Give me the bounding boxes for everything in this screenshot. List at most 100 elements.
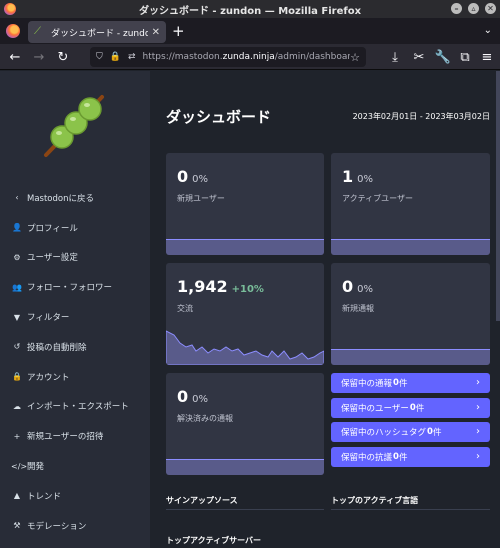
user-icon: 👤 (12, 223, 22, 233)
permissions-icon[interactable]: ⇄ (128, 52, 136, 62)
card-value: 1 (342, 167, 354, 186)
gavel-icon: ⚒ (13, 521, 21, 531)
sidebar-item-trends[interactable]: ▲ トレンド (0, 481, 150, 511)
sidebar-item-moderation[interactable]: ⚒ モデレーション (0, 511, 150, 541)
code-icon: </> (11, 461, 28, 471)
sidebar-item-label: インポート・エクスポート (27, 402, 129, 413)
pending-users-button[interactable]: 保留中のユーザー 0件 › (331, 398, 490, 418)
sidebar-item-label: アカウント (27, 372, 70, 383)
reload-icon[interactable]: ↻ (54, 48, 72, 66)
chevron-right-icon: › (476, 426, 480, 437)
chevron-right-icon: › (476, 451, 480, 462)
users-icon: 👥 (12, 282, 22, 292)
sidebar-item-preferences[interactable]: ⚙ ユーザー設定 (0, 243, 150, 273)
menu-icon[interactable]: ≡ (478, 48, 496, 66)
window-title: ダッシュボード - zundon — Mozilla Firefox (138, 5, 362, 17)
maximize-icon[interactable]: ▵ (468, 3, 479, 14)
card-percent: 0% (192, 394, 209, 405)
pending-hashtags-button[interactable]: 保留中のハッシュタグ 0件 › (331, 422, 490, 442)
zundon-favicon-icon: ⟋ (34, 26, 41, 37)
section-top-servers: トップアクティブサーバー (166, 536, 262, 545)
section-top-languages: トップのアクティブ言語 (331, 496, 419, 505)
card-percent: 0% (357, 174, 374, 185)
lock-icon[interactable]: 🔒 (110, 52, 121, 62)
zundon-logo (44, 95, 104, 157)
filter-icon: ▼ (13, 312, 21, 322)
page-scrollbar[interactable] (496, 71, 500, 321)
sidebar-item-back-to-mastodon[interactable]: ‹ Mastodonに戻る (0, 183, 150, 213)
gear-icon: ⚙ (13, 252, 21, 262)
sidebar-menu: ‹ Mastodonに戻る 👤 プロフィール ⚙ ユーザー設定 👥 フォロー・フォロワー ▼ フィ… (0, 183, 150, 541)
tab-dashboard[interactable]: ⟋ ダッシュボード - zundon ✕ (28, 21, 166, 43)
firefox-icon (4, 3, 16, 15)
pending-reports-button[interactable]: 保留中の通報 0件 › (331, 373, 490, 393)
admin-sidebar: ‹ Mastodonに戻る 👤 プロフィール ⚙ ユーザー設定 👥 フォロー・フォロワー ▼ フィ… (0, 71, 150, 548)
sidebar-item-auto-delete[interactable]: ↺ 投稿の自動削除 (0, 332, 150, 362)
card-label: アクティブユーザー (342, 194, 413, 203)
sidebar-item-label: フォロー・フォロワー (27, 283, 113, 294)
tab-list-chevron-icon[interactable]: ⌄ (484, 25, 492, 36)
screenshot-icon[interactable]: ✂ (410, 48, 428, 66)
divider (166, 509, 324, 510)
history-icon: ↺ (13, 342, 21, 352)
back-icon[interactable]: ← (6, 48, 24, 66)
card-percent: 0% (357, 284, 374, 295)
url-text[interactable]: https://mastodon.zunda.ninja/admin/dashb… (143, 52, 351, 62)
chevron-right-icon: › (476, 402, 480, 413)
navigation-toolbar: ← → ↻ ⛉ 🔒 ⇄ https://mastodon.zunda.ninja… (0, 44, 500, 70)
window-titlebar: ダッシュボード - zundon — Mozilla Firefox – ▵ ✕ (0, 0, 500, 18)
card-label: 交流 (177, 304, 193, 313)
minimize-icon[interactable]: – (451, 3, 462, 14)
sidebar-item-import-export[interactable]: ☁ インポート・エクスポート (0, 392, 150, 422)
sidebar-item-account[interactable]: 🔒 アカウント (0, 362, 150, 392)
divider (331, 509, 490, 510)
card-value: 0 (342, 277, 354, 296)
user-plus-icon: + (13, 431, 21, 441)
sidebar-item-filters[interactable]: ▼ フィルター (0, 302, 150, 332)
sidebar-item-label: フィルター (27, 313, 70, 324)
shield-icon[interactable]: ⛉ (96, 52, 103, 62)
sidebar-item-label: モデレーション (27, 521, 87, 532)
chevron-right-icon: › (476, 377, 480, 388)
window-controls: – ▵ ✕ (451, 3, 496, 14)
date-range: 2023年02月01日 - 2023年03月02日 (352, 112, 490, 121)
sidebar-item-label: プロフィール (27, 223, 78, 234)
card-value: 1,942 (177, 277, 228, 296)
trend-icon: ▲ (13, 491, 21, 501)
sidebar-item-label: 新規ユーザーの招待 (27, 432, 104, 443)
forward-icon[interactable]: → (30, 48, 48, 66)
close-window-icon[interactable]: ✕ (485, 3, 496, 14)
extensions-icon[interactable]: ⧉ (456, 48, 474, 66)
page-title: ダッシュボード (166, 108, 272, 126)
card-label: 新規ユーザー (177, 194, 225, 203)
card-sparkline (331, 349, 490, 365)
star-icon[interactable]: ☆ (350, 51, 360, 64)
sidebar-item-development[interactable]: </> 開発 (0, 451, 150, 481)
wrench-icon[interactable]: 🔧 (434, 48, 452, 66)
url-bar[interactable]: ⛉ 🔒 ⇄ https://mastodon.zunda.ninja/admin… (90, 47, 366, 67)
sidebar-item-invites[interactable]: + 新規ユーザーの招待 (0, 421, 150, 451)
card-value: 0 (177, 387, 189, 406)
sidebar-item-label: 開発 (27, 462, 45, 473)
tab-close-icon[interactable]: ✕ (152, 27, 160, 38)
new-tab-button[interactable]: + (172, 23, 185, 39)
card-label: 解決済みの通報 (177, 414, 233, 423)
card-interactions[interactable]: 1,942 +10% 交流 (166, 263, 324, 365)
sidebar-item-profile[interactable]: 👤 プロフィール (0, 213, 150, 243)
download-icon[interactable]: ⤓ (386, 48, 404, 66)
firefox-view-icon[interactable] (6, 24, 20, 38)
section-signup-sources: サインアップソース (166, 496, 238, 505)
tab-strip: ⟋ ダッシュボード - zundon ✕ + ⌄ (0, 18, 500, 44)
card-new-reports[interactable]: 0 0% 新規通報 (331, 263, 490, 365)
pending-appeals-button[interactable]: 保留中の抗議 0件 › (331, 447, 490, 467)
card-sparkline (166, 459, 324, 475)
sidebar-item-follows[interactable]: 👥 フォロー・フォロワー (0, 272, 150, 302)
card-percent: 0% (192, 174, 209, 185)
sidebar-item-label: Mastodonに戻る (27, 193, 94, 204)
cloud-icon: ☁ (13, 401, 21, 411)
card-resolved-reports[interactable]: 0 0% 解決済みの通報 (166, 373, 324, 475)
card-new-users[interactable]: 0 0% 新規ユーザー (166, 153, 324, 255)
sidebar-item-label: トレンド (27, 491, 62, 502)
card-active-users[interactable]: 1 0% アクティブユーザー (331, 153, 490, 255)
card-sparkline (166, 330, 324, 365)
